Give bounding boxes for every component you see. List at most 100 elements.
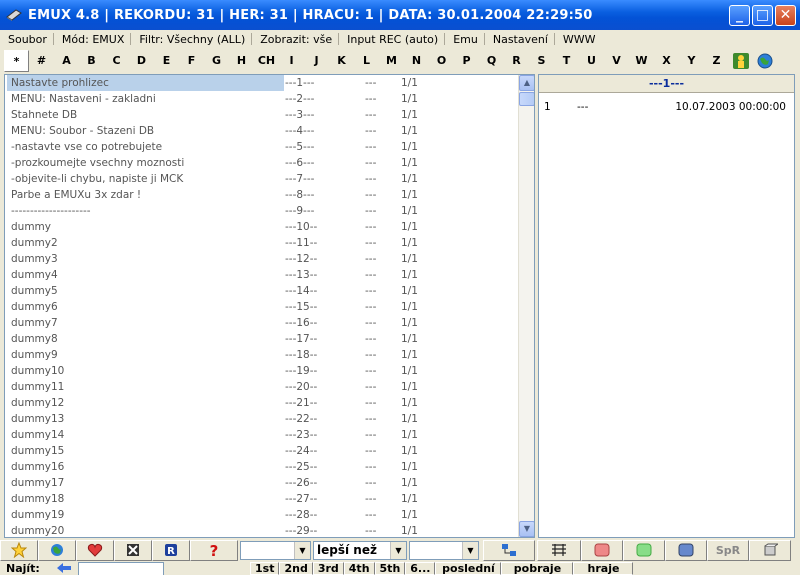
scroll-down-button[interactable]: ▼	[519, 521, 534, 537]
list-row[interactable]: dummy15 ---24-- --- 1/1	[5, 443, 534, 459]
list-row[interactable]: Stahnete DB ---3--- --- 1/1	[5, 107, 534, 123]
letter-b[interactable]: B	[79, 50, 104, 72]
letter-p[interactable]: P	[454, 50, 479, 72]
list-row[interactable]: dummy11 ---20-- --- 1/1	[5, 379, 534, 395]
list-row[interactable]: dummy ---10-- --- 1/1	[5, 219, 534, 235]
red-view-button[interactable]	[581, 539, 623, 561]
rank-3rd-button[interactable]: 3rd	[312, 562, 344, 575]
list-row[interactable]: dummy16 ---25-- --- 1/1	[5, 459, 534, 475]
rank-2nd-button[interactable]: 2nd	[279, 562, 313, 575]
menu-www[interactable]: WWW	[555, 33, 602, 46]
list-row[interactable]: dummy14 ---23-- --- 1/1	[5, 427, 534, 443]
letter-all[interactable]: *	[4, 50, 29, 72]
delete-button[interactable]	[114, 539, 152, 561]
title-bar[interactable]: EMUX 4.8 | REKORDU: 31 | HER: 31 | HRACU…	[0, 0, 800, 30]
player-select[interactable]: ▼	[240, 540, 311, 560]
letter-z[interactable]: Z	[704, 50, 729, 72]
menu-emu[interactable]: Emu	[445, 33, 484, 46]
letter-v[interactable]: V	[604, 50, 629, 72]
letter-g[interactable]: G	[204, 50, 229, 72]
menu-soubor[interactable]: Soubor	[0, 33, 53, 46]
letter-ch[interactable]: CH	[254, 50, 279, 72]
list-row[interactable]: dummy8 ---17-- --- 1/1	[5, 331, 534, 347]
rank-4th-button[interactable]: 4th	[343, 562, 375, 575]
list-row[interactable]: -prozkoumejte vsechny moznosti ---6--- ---…	[5, 155, 534, 171]
menu-input-rec[interactable]: Input REC (auto)	[339, 33, 444, 46]
value-select[interactable]: ▼	[409, 540, 479, 560]
letter-w[interactable]: W	[629, 50, 654, 72]
list-row[interactable]: Nastavte prohlizec ---1--- --- 1/1	[5, 75, 534, 91]
list-row[interactable]: -nastavte vse co potrebujete ---5--- --- 1/…	[5, 139, 534, 155]
rank-hraje-button[interactable]: hraje	[573, 562, 634, 575]
list-row[interactable]: dummy5 ---14-- --- 1/1	[5, 283, 534, 299]
letter-k[interactable]: K	[329, 50, 354, 72]
letter-n[interactable]: N	[404, 50, 429, 72]
list-row[interactable]: dummy20 ---29-- --- 1/1	[5, 523, 534, 537]
list-row[interactable]: dummy7 ---16-- --- 1/1	[5, 315, 534, 331]
letter-l[interactable]: L	[354, 50, 379, 72]
scroll-thumb[interactable]	[519, 92, 534, 106]
letter-c[interactable]: C	[104, 50, 129, 72]
rank-5th-button[interactable]: 5th	[374, 562, 406, 575]
web-button[interactable]	[38, 539, 76, 561]
list-row[interactable]: -objevite-li chybu, napiste ji MCK ---7--…	[5, 171, 534, 187]
back-button[interactable]	[50, 562, 78, 575]
compare-select[interactable]: lepší než ▼	[313, 540, 407, 560]
rank-6th-button[interactable]: 6...	[405, 562, 436, 575]
menu-settings[interactable]: Nastavení	[485, 33, 554, 46]
list-row[interactable]: MENU: Soubor - Stazeni DB ---4--- --- 1/1	[5, 123, 534, 139]
list-row[interactable]: MENU: Nastaveni - zakladni ---2--- --- 1/1	[5, 91, 534, 107]
player-icon[interactable]	[729, 50, 753, 72]
close-button[interactable]: ✕	[775, 5, 796, 26]
letter-u[interactable]: U	[579, 50, 604, 72]
list-row[interactable]: dummy13 ---22-- --- 1/1	[5, 411, 534, 427]
scroll-up-button[interactable]: ▲	[519, 75, 534, 91]
list-row[interactable]: dummy4 ---13-- --- 1/1	[5, 267, 534, 283]
blue-view-button[interactable]	[665, 539, 707, 561]
list-row[interactable]: --------------------- ---9--- --- 1/1	[5, 203, 534, 219]
list-row[interactable]: Parbe a EMUXu 3x zdar ! ---8--- --- 1/1	[5, 187, 534, 203]
grid-view-button[interactable]	[537, 539, 581, 561]
green-view-button[interactable]	[623, 539, 665, 561]
maximize-button[interactable]: □	[752, 5, 773, 26]
spr-button[interactable]: SpR	[707, 539, 749, 561]
list-row[interactable]: dummy18 ---27-- --- 1/1	[5, 491, 534, 507]
menu-view[interactable]: Zobrazit: vše	[252, 33, 338, 46]
search-input[interactable]	[78, 562, 164, 575]
letter-a[interactable]: A	[54, 50, 79, 72]
letter-s[interactable]: S	[529, 50, 554, 72]
minimize-button[interactable]: _	[729, 5, 750, 26]
help-button[interactable]: ?	[190, 539, 238, 561]
letter-j[interactable]: J	[304, 50, 329, 72]
letter-f[interactable]: F	[179, 50, 204, 72]
list-row[interactable]: dummy2 ---11-- --- 1/1	[5, 235, 534, 251]
letter-o[interactable]: O	[429, 50, 454, 72]
letter-h[interactable]: H	[229, 50, 254, 72]
letter-e[interactable]: E	[154, 50, 179, 72]
letter-t[interactable]: T	[554, 50, 579, 72]
menu-filter[interactable]: Filtr: Všechny (ALL)	[131, 33, 251, 46]
list-row[interactable]: dummy10 ---19-- --- 1/1	[5, 363, 534, 379]
network-button[interactable]	[483, 539, 535, 561]
record-button[interactable]: R	[152, 539, 190, 561]
letter-x[interactable]: X	[654, 50, 679, 72]
list-row[interactable]: dummy9 ---18-- --- 1/1	[5, 347, 534, 363]
letter-hash[interactable]: #	[29, 50, 54, 72]
heart-button[interactable]	[76, 539, 114, 561]
menu-mode[interactable]: Mód: EMUX	[54, 33, 130, 46]
letter-y[interactable]: Y	[679, 50, 704, 72]
list-row[interactable]: dummy3 ---12-- --- 1/1	[5, 251, 534, 267]
letter-r[interactable]: R	[504, 50, 529, 72]
rank-last-button[interactable]: poslední	[435, 562, 502, 575]
list-scrollbar[interactable]: ▲ ▼	[518, 75, 534, 537]
game-list[interactable]: Nastavte prohlizec ---1--- --- 1/1 MENU: Na…	[4, 74, 535, 538]
detail-panel[interactable]: ---1--- 1 --- 10.07.2003 00:00:00	[538, 74, 795, 538]
rank-pobraje-button[interactable]: pobraje	[501, 562, 574, 575]
rank-1st-button[interactable]: 1st	[250, 562, 280, 575]
letter-m[interactable]: M	[379, 50, 404, 72]
letter-i[interactable]: I	[279, 50, 304, 72]
box-button[interactable]	[749, 539, 791, 561]
favorite-button[interactable]	[0, 539, 38, 561]
detail-row[interactable]: 1 --- 10.07.2003 00:00:00	[539, 99, 794, 115]
letter-q[interactable]: Q	[479, 50, 504, 72]
